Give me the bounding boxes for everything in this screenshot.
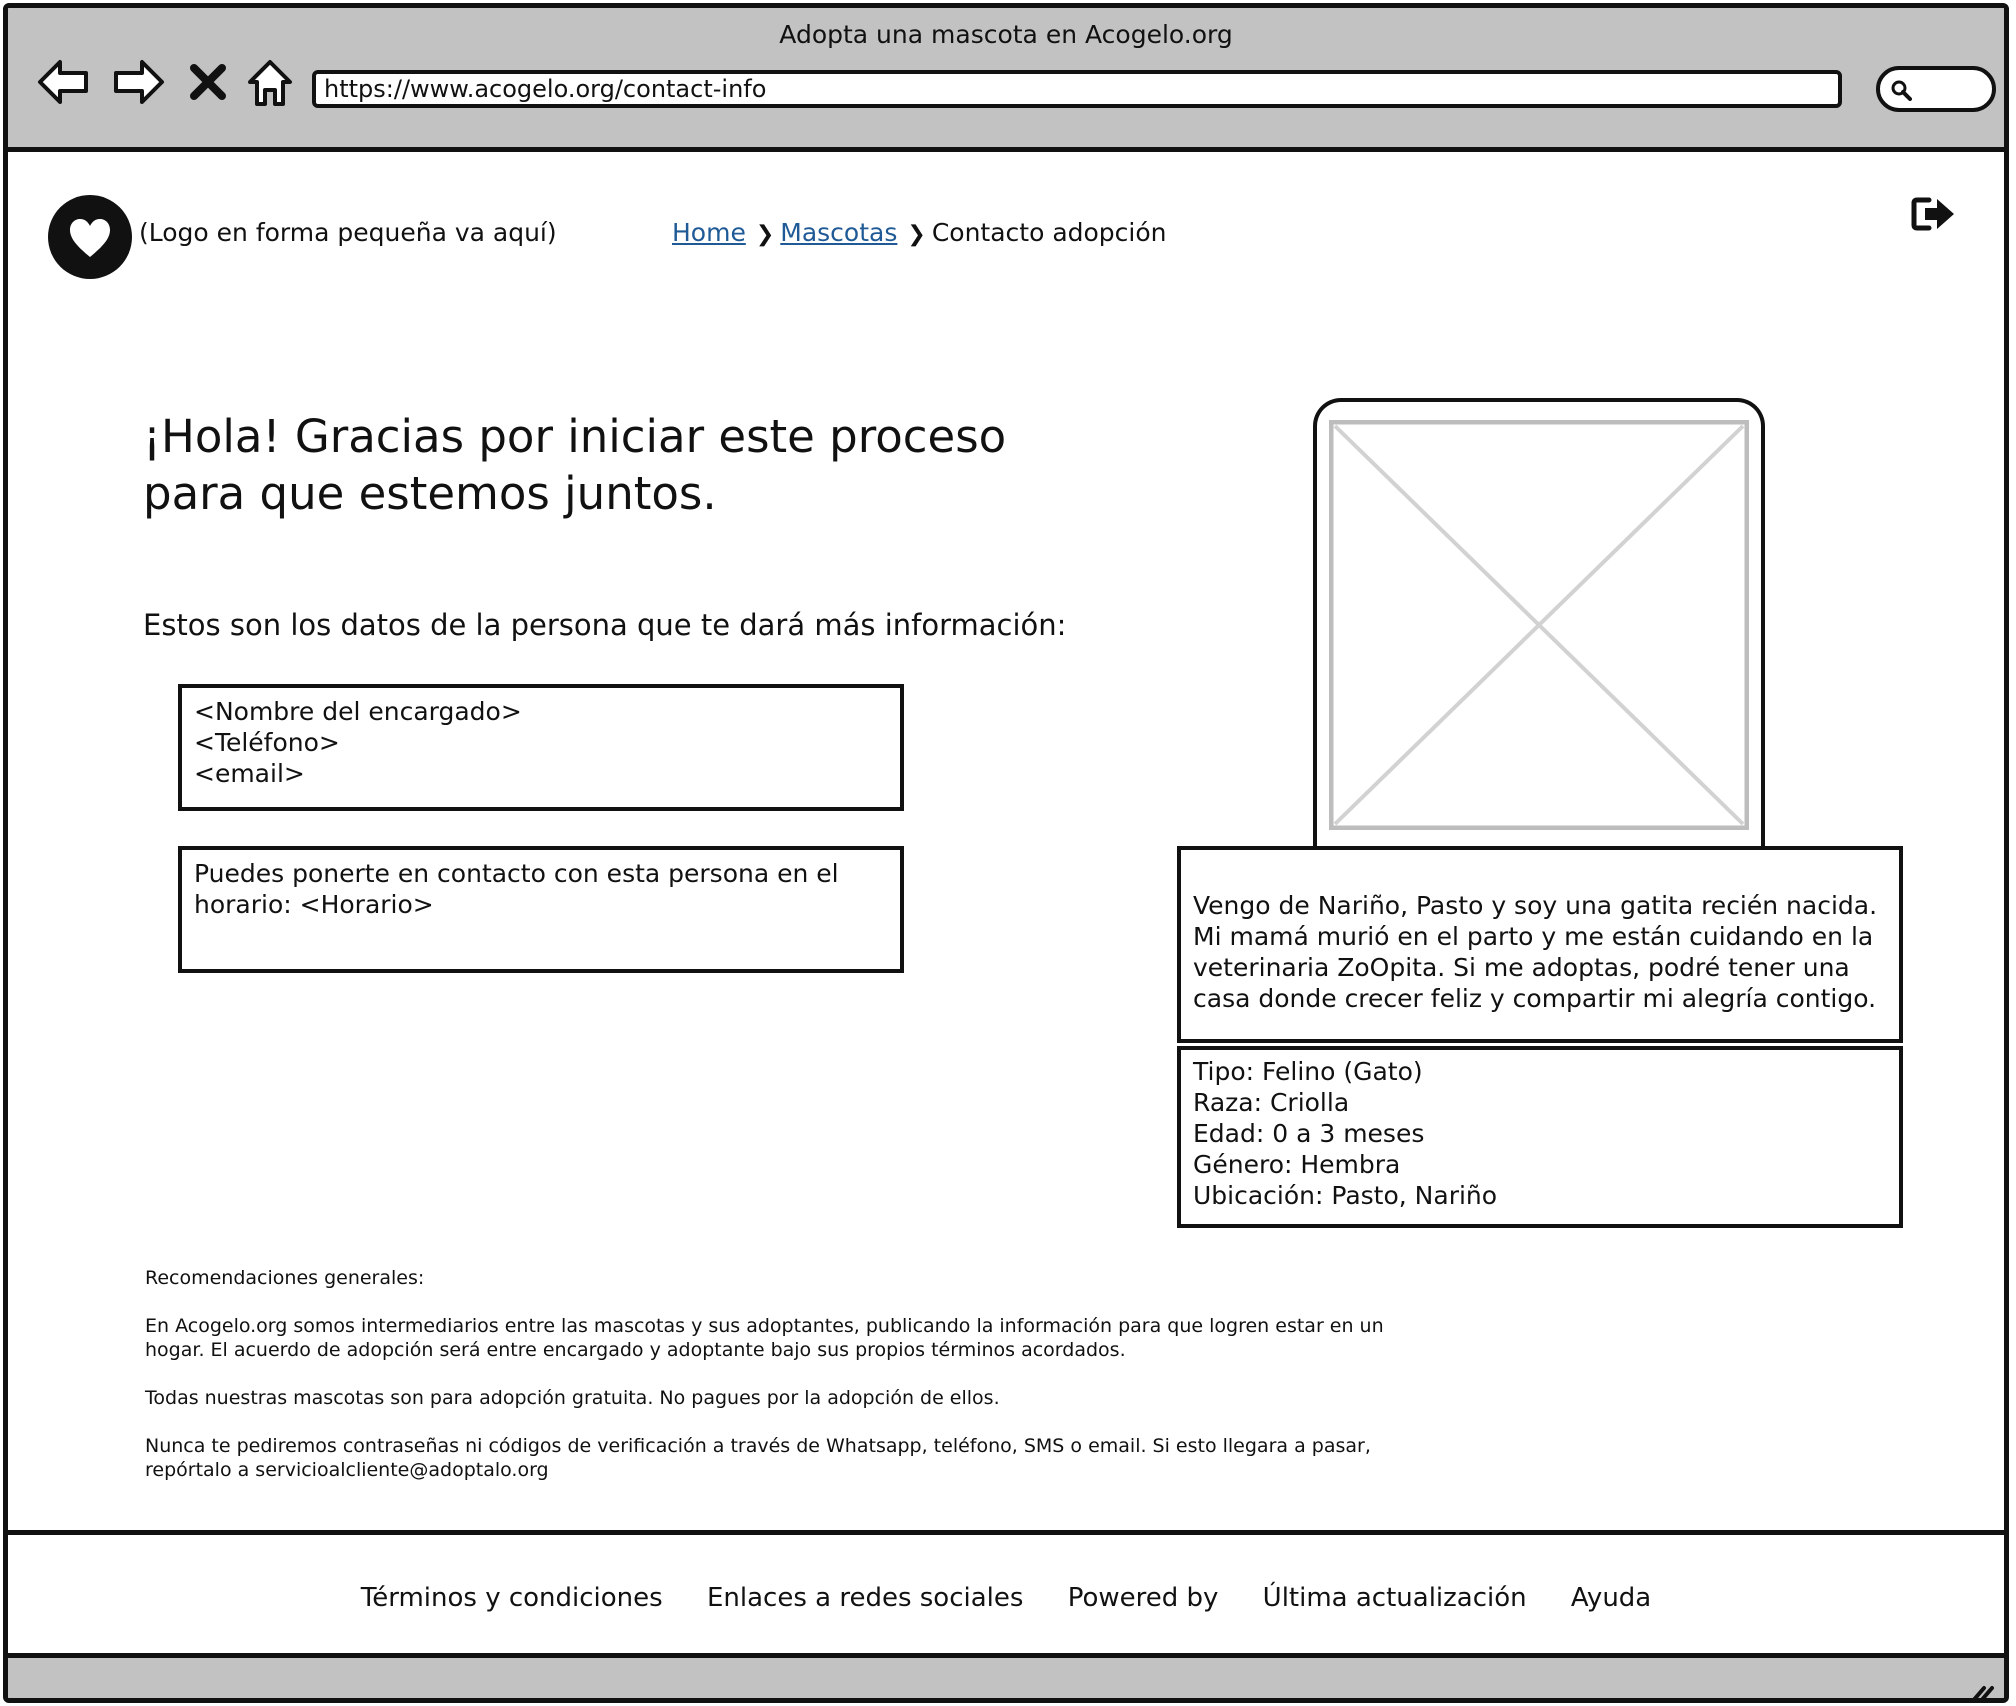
image-placeholder-icon xyxy=(1329,420,1749,830)
search-icon xyxy=(1891,80,1912,101)
schedule-text: Puedes ponerte en contacto con esta pers… xyxy=(194,859,839,919)
footer-updated-link[interactable]: Última actualización xyxy=(1263,1583,1527,1613)
pet-gender: Género: Hembra xyxy=(1193,1150,1401,1179)
pet-description-box: Vengo de Nariño, Pasto y soy una gatita … xyxy=(1177,846,1903,1043)
contact-intro-text: Estos son los datos de la persona que te… xyxy=(143,608,1067,642)
chevron-right-icon: ❯ xyxy=(755,222,775,247)
pet-info-box: Tipo: Felino (Gato) Raza: Criolla Edad: … xyxy=(1177,1046,1903,1228)
pet-photo-frame xyxy=(1313,398,1765,848)
browser-chrome: Adopta una mascota en Acogelo.org https:… xyxy=(8,8,2004,152)
chevron-right-icon: ❯ xyxy=(907,222,926,247)
browser-search-field[interactable] xyxy=(1876,66,1996,112)
contact-phone: <Teléfono> xyxy=(194,728,340,757)
close-icon[interactable] xyxy=(184,52,232,112)
contact-details-box: <Nombre del encargado> <Teléfono> <email… xyxy=(178,684,904,811)
recommendation-paragraph: Todas nuestras mascotas son para adopció… xyxy=(145,1387,1000,1409)
logo-placeholder-text: (Logo en forma pequeña va aquí) xyxy=(139,218,557,247)
page-title: ¡Hola! Gracias por iniciar este proceso … xyxy=(143,410,1007,520)
back-arrow-icon[interactable] xyxy=(34,52,94,112)
site-logo[interactable] xyxy=(48,195,132,279)
status-bar xyxy=(8,1658,2004,1703)
contact-schedule-box: Puedes ponerte en contacto con esta pers… xyxy=(178,846,904,973)
logout-icon[interactable] xyxy=(1911,194,1957,234)
pet-location: Ubicación: Pasto, Nariño xyxy=(1193,1181,1498,1210)
pet-breed: Raza: Criolla xyxy=(1193,1088,1350,1117)
pet-type: Tipo: Felino (Gato) xyxy=(1193,1057,1423,1086)
recommendations-title: Recomendaciones generales: xyxy=(145,1267,425,1289)
pet-age: Edad: 0 a 3 meses xyxy=(1193,1119,1425,1148)
general-recommendations: Recomendaciones generales: En Acogelo.or… xyxy=(145,1266,1435,1506)
recommendation-paragraph: Nunca te pediremos contraseñas ni código… xyxy=(145,1435,1371,1481)
breadcrumb-pets-link[interactable]: Mascotas xyxy=(780,218,897,247)
window-title: Adopta una mascota en Acogelo.org xyxy=(779,20,1233,49)
footer-social-link[interactable]: Enlaces a redes sociales xyxy=(707,1583,1023,1613)
footer-terms-link[interactable]: Términos y condiciones xyxy=(361,1583,663,1613)
pet-description: Vengo de Nariño, Pasto y soy una gatita … xyxy=(1193,891,1878,1013)
breadcrumb-home-link[interactable]: Home xyxy=(672,218,746,247)
forward-arrow-icon[interactable] xyxy=(108,52,168,112)
footer-help-link[interactable]: Ayuda xyxy=(1571,1583,1651,1613)
page-footer: Términos y condiciones Enlaces a redes s… xyxy=(8,1530,2004,1658)
breadcrumb-current: Contacto adopción xyxy=(931,218,1167,247)
breadcrumb: Home ❯ Mascotas ❯ Contacto adopción xyxy=(672,218,1167,247)
recommendation-paragraph: En Acogelo.org somos intermediarios entr… xyxy=(145,1315,1384,1361)
browser-window: Adopta una mascota en Acogelo.org https:… xyxy=(3,3,2009,1703)
contact-name: <Nombre del encargado> xyxy=(194,697,522,726)
address-bar[interactable]: https://www.acogelo.org/contact-info xyxy=(312,70,1842,108)
footer-links: Términos y condiciones Enlaces a redes s… xyxy=(8,1583,2004,1613)
resize-grip-icon[interactable] xyxy=(1968,1682,1996,1703)
contact-email: <email> xyxy=(194,759,305,788)
heart-icon xyxy=(70,219,110,257)
footer-powered-link[interactable]: Powered by xyxy=(1068,1583,1219,1613)
home-icon[interactable] xyxy=(240,52,300,112)
